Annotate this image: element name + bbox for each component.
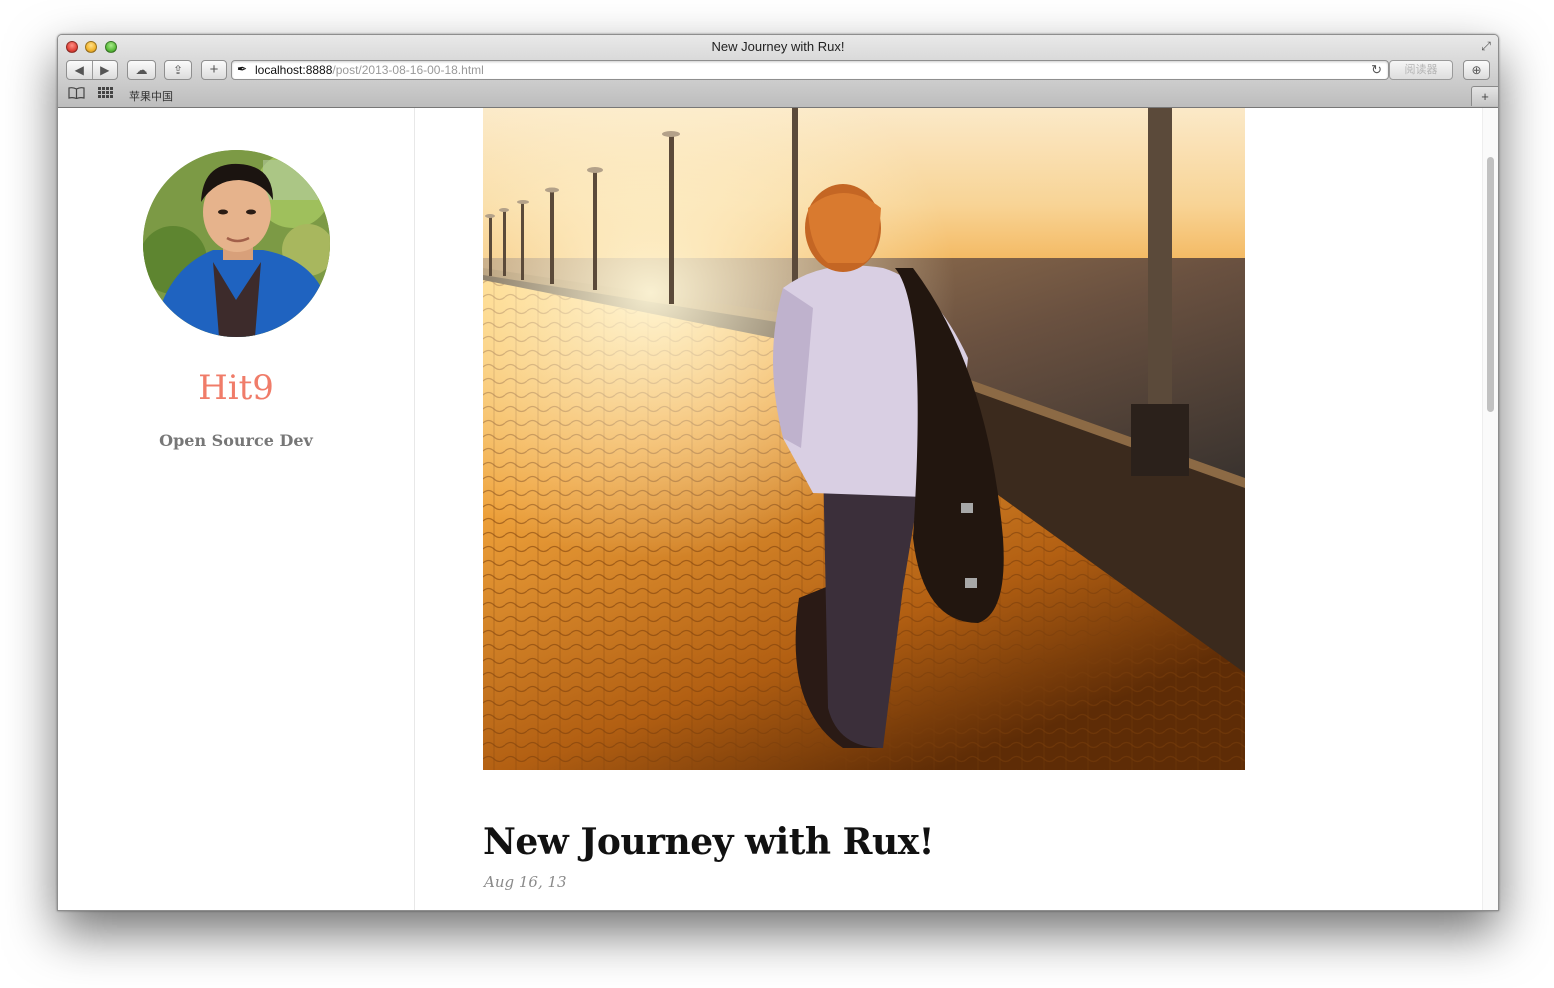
browser-window: New Journey with Rux! ⤢ ◀ ▶ ☁ ⇪ + ✒ loca… — [57, 34, 1499, 911]
icloud-tabs-button[interactable]: ☁ — [127, 60, 156, 80]
browser-toolbar: New Journey with Rux! ⤢ ◀ ▶ ☁ ⇪ + ✒ loca… — [58, 35, 1498, 108]
new-tab-button[interactable]: + — [1471, 86, 1498, 106]
url-host: localhost:8888 — [255, 63, 333, 77]
grid-icon — [98, 87, 113, 98]
web-content: Hit9 Open Source Dev New Journey with Ru… — [58, 108, 1498, 910]
reading-list-icon[interactable] — [68, 87, 85, 102]
reload-icon[interactable]: ↻ — [1371, 62, 1382, 78]
post-title: New Journey with Rux! — [483, 821, 934, 863]
post-cover-image — [483, 108, 1245, 770]
reader-button[interactable]: 阅读器 — [1389, 60, 1453, 80]
back-icon[interactable]: ◀ — [67, 61, 92, 79]
site-favicon-icon: ✒ — [237, 62, 248, 76]
back-forward-buttons: ◀ ▶ — [66, 60, 118, 80]
site-tagline: Open Source Dev — [159, 431, 313, 450]
top-sites-icon[interactable] — [98, 87, 113, 101]
add-bookmark-button[interactable]: + — [201, 60, 227, 80]
bookmarks-bar: 苹果中国 — [58, 85, 1498, 105]
scrollbar-thumb[interactable] — [1487, 157, 1494, 412]
site-name[interactable]: Hit9 — [58, 368, 414, 408]
bookmark-item[interactable]: 苹果中国 — [129, 88, 173, 104]
post-date: Aug 16, 13 — [484, 873, 567, 891]
share-icon: ⇪ — [172, 63, 184, 77]
avatar[interactable] — [143, 150, 330, 337]
fullscreen-icon[interactable]: ⤢ — [1479, 39, 1493, 53]
download-icon: ⊕ — [1471, 63, 1482, 77]
vertical-scrollbar[interactable] — [1482, 108, 1498, 910]
window-title: New Journey with Rux! — [711, 39, 845, 54]
downloads-button[interactable]: ⊕ — [1463, 60, 1490, 80]
plus-icon: + — [209, 61, 219, 78]
forward-icon[interactable]: ▶ — [91, 61, 118, 79]
url-path: /post/2013-08-16-00-18.html — [332, 63, 484, 77]
share-button[interactable]: ⇪ — [164, 60, 192, 80]
cover-photo — [483, 108, 1245, 770]
cloud-icon: ☁ — [135, 63, 148, 77]
book-icon — [68, 87, 85, 100]
avatar-photo — [143, 150, 330, 337]
address-bar[interactable]: ✒ localhost:8888/post/2013-08-16-00-18.h… — [231, 60, 1389, 80]
sidebar: Hit9 Open Source Dev — [58, 108, 415, 910]
url-text: localhost:8888/post/2013-08-16-00-18.htm… — [255, 63, 484, 77]
